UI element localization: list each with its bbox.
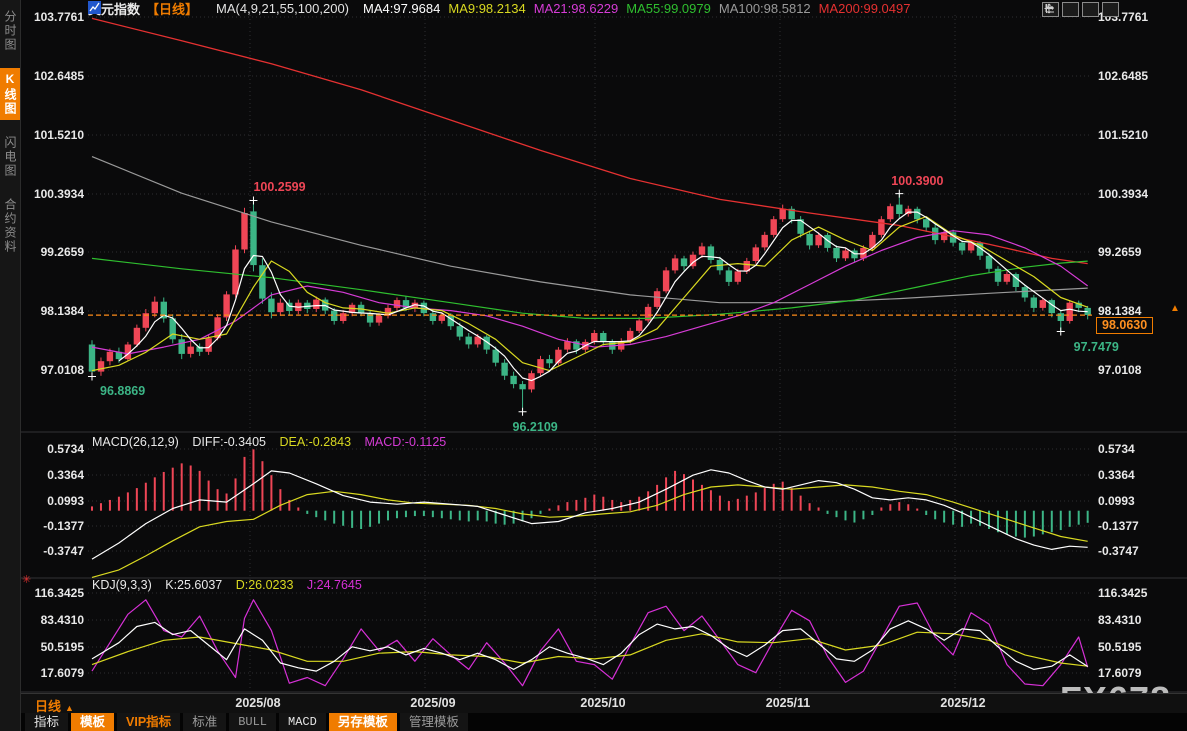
macd-title: MACD(26,12,9) [92,435,179,449]
price-annotation: 97.7479 [1073,339,1119,354]
chart-header: 美元指数 【日线】 MA(4,9,21,55,100,200) MA4:97.9… [88,1,910,17]
triangle-up-icon: ▲ [65,703,74,713]
macd-axis-label-right: 0.3364 [1098,468,1135,482]
macd-diff-value: DIFF:-0.3405 [192,435,266,449]
bottom-toolbar: 指标 模板 VIP指标 标准 BULL MACD 另存模板 管理模板 [21,713,1187,731]
main-axis-label-right: 102.6485 [1098,69,1149,83]
macd-axis-label-right: -0.1377 [1098,519,1139,533]
price-up-arrow-icon: ▲ [1170,303,1180,314]
period-tag: 【日线】 [146,2,199,17]
ma-values: MA4:97.9684 MA9:98.2134 MA21:98.6229 MA55:9… [355,1,910,16]
extreme-plus-marker [249,196,258,205]
main-axis-label-left: 101.5210 [33,128,84,142]
bottom-tab-VIP指标[interactable]: VIP指标 [117,713,181,731]
kdj-axis-label-left: 116.3425 [34,586,84,600]
main-axis-label-right: 98.1384 [1098,304,1142,318]
macd-dea-value: DEA:-0.2843 [279,435,352,449]
bottom-tab-BULL[interactable]: BULL [229,713,277,731]
sidebar-tab-K线图[interactable]: K线图 [0,68,20,120]
kdj-axis-label-left: 83.4310 [40,613,84,627]
shift-right-icon[interactable] [1046,2,1119,17]
bottom-tab-模板[interactable]: 模板 [71,713,115,731]
ma-value-readout: MA100:98.5812 [718,1,811,16]
macd-macd-value: MACD:-0.1125 [364,435,447,449]
macd-axis-label-left: 0.5734 [47,442,84,456]
macd-axis-label-right: 0.0993 [1098,494,1135,508]
price-annotation: 100.2599 [253,180,306,195]
trading-app-window: 分时图 K线图闪电图合约资料 美元指数 【日线】 MA(4,9,21,55,100… [0,0,1187,731]
kdj-axis-label-left: 50.5195 [40,640,84,654]
main-axis-label-left: 100.3934 [33,187,84,201]
kdj-title: KDJ(9,3,3) [92,578,152,592]
chart-toolbar-icons [1042,2,1119,17]
last-price-badge: 98.0630 [1096,317,1154,334]
kdj-d-value: D:26.0233 [235,578,294,592]
main-axis-label-right: 101.5210 [1098,128,1149,142]
ma-value-readout: MA9:98.2134 [448,1,526,16]
axis-expand-left-icon[interactable] [1045,2,1079,17]
price-annotation: 96.2109 [512,419,558,434]
x-axis-month-label: 2025/12 [940,696,986,710]
main-axis-label-right: 100.3934 [1098,187,1149,201]
bottom-tab-MACD[interactable]: MACD [279,713,326,731]
extreme-plus-marker [1056,327,1065,336]
macd-axis-label-left: -0.1377 [43,519,84,533]
kdj-axis-label-right: 116.3425 [1098,586,1148,600]
price-annotation: 96.8869 [100,384,146,399]
axis-expand-right-icon[interactable] [1045,2,1099,17]
kdj-k-value: K:25.6037 [165,578,223,592]
chart-canvas[interactable] [0,0,1187,731]
bottom-tab-指标[interactable]: 指标 [25,713,69,731]
main-axis-label-left: 102.6485 [33,69,84,83]
ma-value-readout: MA200:99.0497 [818,1,911,16]
kdj-j-value: J:24.7645 [306,578,362,592]
ma-group-label: MA(4,9,21,55,100,200) [216,1,350,16]
macd-panel-header: MACD(26,12,9) DIFF:-0.3405 DEA:-0.2843 M… [92,435,456,449]
bottom-tab-标准[interactable]: 标准 [183,713,227,731]
sidebar: 分时图 K线图闪电图合约资料 [0,0,21,731]
main-axis-label-right: 99.2659 [1098,245,1142,259]
macd-axis-label-right: 0.5734 [1098,442,1135,456]
kdj-axis-label-right: 50.5195 [1098,640,1142,654]
extreme-plus-marker [88,372,96,381]
main-axis-label-left: 103.7761 [33,10,84,24]
kdj-axis-label-left: 17.6079 [40,666,84,680]
x-axis-month-label: 2025/10 [580,696,626,710]
kdj-axis-label-right: 17.6079 [1098,666,1142,680]
x-axis-month-label: 2025/08 [235,696,281,710]
sidebar-tab-闪电图[interactable]: 闪电图 [0,132,20,182]
price-annotation: 100.3900 [891,173,944,188]
sidebar-tab-分时图[interactable]: 分时图 [0,6,20,56]
x-axis-month-label: 2025/09 [410,696,456,710]
kdj-axis-label-right: 83.4310 [1098,613,1142,627]
main-axis-label-left: 98.1384 [40,304,84,318]
macd-axis-label-left: 0.3364 [47,468,84,482]
bottom-tab-管理模板[interactable]: 管理模板 [399,713,468,731]
extreme-plus-marker [895,189,904,198]
main-axis-label-left: 99.2659 [40,245,84,259]
macd-axis-label-left: 0.0993 [47,494,84,508]
x-axis-month-label: 2025/11 [765,696,811,710]
x-axis-row: 日线 ▲ 2025/08 2025/09 2025/10 2025/11 2025/12 [21,693,1187,714]
bottom-tab-另存模板[interactable]: 另存模板 [328,713,397,731]
main-axis-label-right: 97.0108 [1098,363,1142,377]
extreme-plus-marker [518,407,527,416]
macd-dea-line [91,484,1088,578]
ma-value-readout: MA55:99.0979 [626,1,711,16]
kdj-panel-header: KDJ(9,3,3) K:25.6037 D:26.0233 J:24.7645 [92,578,372,592]
kdj-j-line [91,599,1089,687]
ma-value-readout: MA4:97.9684 [363,1,441,16]
main-axis-label-left: 97.0108 [40,363,84,377]
macd-axis-label-left: -0.3747 [43,544,84,558]
indicator-settings-icon[interactable]: ✳ [22,573,31,586]
macd-axis-label-right: -0.3747 [1098,544,1139,558]
sidebar-tab-合约资料[interactable]: 合约资料 [0,194,20,258]
ma-value-readout: MA21:98.6229 [533,1,619,16]
